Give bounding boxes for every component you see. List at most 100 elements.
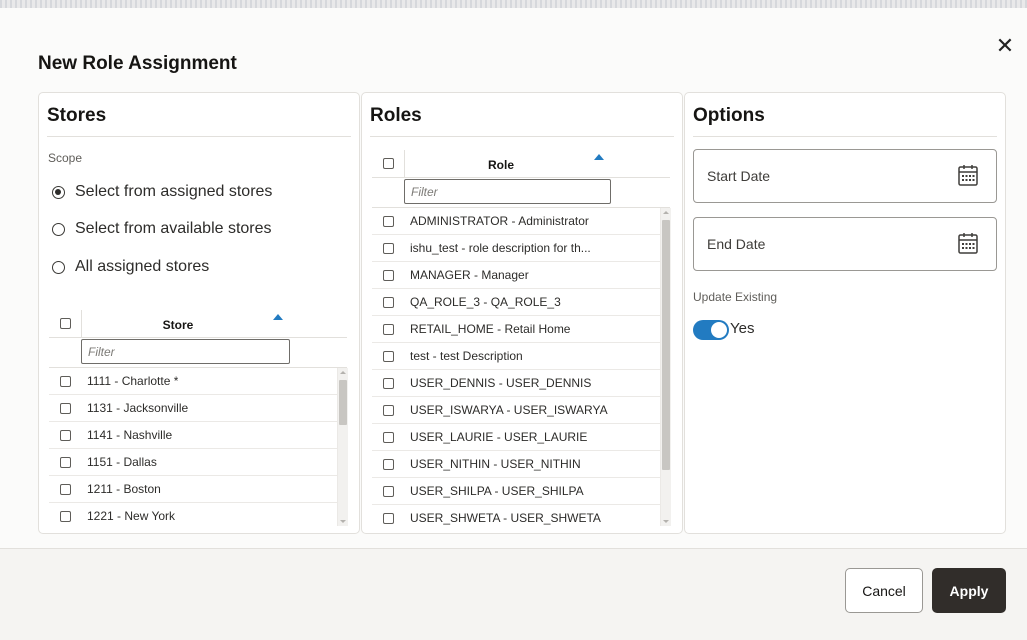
select-all-stores-checkbox[interactable] [59,318,71,329]
scope-radio-assigned[interactable]: Select from assigned stores [52,183,272,201]
checkbox-cell [372,242,404,254]
radio-button-icon [52,222,65,236]
role-list-scrollbar[interactable] [660,208,671,526]
sort-ascending-icon[interactable] [594,154,604,160]
role-name: RETAIL_HOME - Retail Home [410,322,571,336]
start-date-field[interactable]: Start Date [693,149,997,203]
role-checkbox[interactable] [382,350,394,362]
end-date-field[interactable]: End Date [693,217,997,271]
store-list-scrollbar[interactable] [337,368,348,526]
role-row[interactable]: ADMINISTRATOR - Administrator [372,208,660,235]
store-row[interactable]: 1151 - Dallas [49,449,337,476]
store-name: 1221 - New York [87,509,176,523]
role-name: USER_DENNIS - USER_DENNIS [410,376,592,390]
checkbox-cell [372,350,404,362]
backdrop-strip [0,0,1027,8]
checkbox-cell [49,375,81,387]
footer-divider [0,548,1027,549]
role-row[interactable]: USER_ISWARYA - USER_ISWARYA [372,397,660,424]
end-date-label: End Date [707,236,766,252]
role-row[interactable]: RETAIL_HOME - Retail Home [372,316,660,343]
scope-radio-available[interactable]: Select from available stores [52,220,272,238]
role-checkbox[interactable] [382,215,394,227]
role-row[interactable]: MANAGER - Manager [372,262,660,289]
sort-ascending-icon[interactable] [273,314,283,320]
role-filter-row [372,178,670,208]
scope-label: Scope [48,151,83,165]
store-row[interactable]: 1111 - Charlotte * [49,368,337,395]
role-list: ADMINISTRATOR - Administrator ishu_test -… [372,208,660,526]
scroll-up-icon[interactable] [663,211,669,214]
role-name: ishu_test - role description for th... [410,241,591,255]
store-checkbox[interactable] [59,429,71,441]
role-name: test - test Description [410,349,523,363]
radio-label: All assigned stores [75,258,210,275]
scrollbar-thumb[interactable] [339,380,347,425]
store-row[interactable]: 1221 - New York [49,503,337,526]
role-row[interactable]: QA_ROLE_3 - QA_ROLE_3 [372,289,660,316]
scroll-down-icon[interactable] [340,520,346,523]
calendar-icon[interactable] [958,232,978,259]
cancel-button[interactable]: Cancel [845,568,923,613]
scope-radio-all[interactable]: All assigned stores [52,258,209,276]
role-row[interactable]: ishu_test - role description for th... [372,235,660,262]
store-row[interactable]: 1211 - Boston [49,476,337,503]
role-checkbox[interactable] [382,323,394,335]
store-row[interactable]: 1141 - Nashville [49,422,337,449]
role-row[interactable]: USER_LAURIE - USER_LAURIE [372,424,660,451]
dialog-title: New Role Assignment [38,53,237,74]
role-grid-header: Role [372,150,670,178]
radio-button-icon [52,185,65,199]
toggle-knob [711,322,727,338]
apply-button[interactable]: Apply [932,568,1006,613]
update-existing-toggle[interactable] [693,320,729,340]
divider [370,136,674,137]
checkbox-cell [372,485,404,497]
store-checkbox[interactable] [59,456,71,468]
store-name: 1141 - Nashville [87,428,173,442]
close-icon[interactable]: ✕ [993,34,1017,58]
role-name: USER_NITHIN - USER_NITHIN [410,457,581,471]
stores-title: Stores [47,105,107,126]
update-existing-label: Update Existing [693,290,778,304]
role-checkbox[interactable] [382,404,394,416]
store-checkbox[interactable] [59,483,71,495]
role-checkbox[interactable] [382,377,394,389]
role-column-header[interactable]: Role [405,150,597,177]
store-filter-input[interactable] [81,339,290,364]
role-checkbox[interactable] [382,296,394,308]
store-list: 1111 - Charlotte * 1131 - Jacksonville 114… [49,368,337,526]
role-row[interactable]: USER_DENNIS - USER_DENNIS [372,370,660,397]
checkbox-cell [372,512,404,524]
role-row[interactable]: USER_SHWETA - USER_SHWETA [372,505,660,526]
role-checkbox[interactable] [382,269,394,281]
store-name: 1211 - Boston [87,482,161,496]
store-checkbox[interactable] [59,510,71,522]
checkbox-cell [49,483,81,495]
select-all-roles-checkbox[interactable] [382,158,394,169]
checkbox-cell [372,377,404,389]
store-name: 1131 - Jacksonville [87,401,189,415]
role-checkbox[interactable] [382,431,394,443]
store-row[interactable]: 1131 - Jacksonville [49,395,337,422]
scrollbar-thumb[interactable] [662,220,670,470]
scroll-down-icon[interactable] [663,520,669,523]
store-checkbox[interactable] [59,402,71,414]
role-row[interactable]: USER_SHILPA - USER_SHILPA [372,478,660,505]
scroll-up-icon[interactable] [340,371,346,374]
store-checkbox[interactable] [59,375,71,387]
roles-title: Roles [370,105,422,126]
role-checkbox[interactable] [382,458,394,470]
role-checkbox[interactable] [382,512,394,524]
role-checkbox[interactable] [382,242,394,254]
divider [47,136,351,137]
role-row[interactable]: test - test Description [372,343,660,370]
role-row[interactable]: USER_NITHIN - USER_NITHIN [372,451,660,478]
role-filter-input[interactable] [404,179,611,204]
store-filter-row [49,338,347,368]
radio-button-icon [52,260,65,274]
calendar-icon[interactable] [958,164,978,191]
store-column-header[interactable]: Store [82,310,274,337]
checkbox-cell [372,215,404,227]
role-checkbox[interactable] [382,485,394,497]
